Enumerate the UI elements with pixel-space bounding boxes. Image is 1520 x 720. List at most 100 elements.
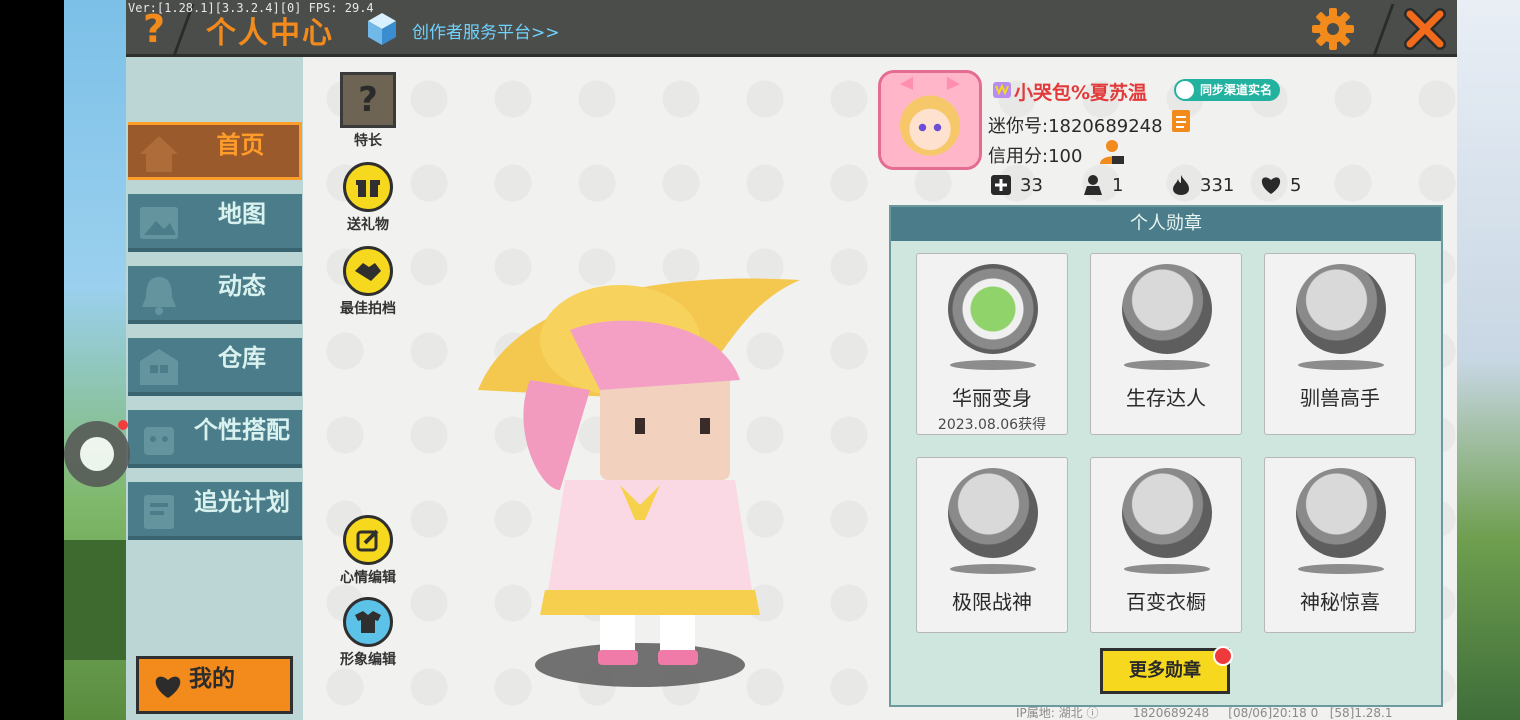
- heart-icon: [1261, 177, 1281, 194]
- sidebar-item-label: 追光计划: [194, 488, 290, 516]
- flame-icon: [1173, 175, 1189, 195]
- footer-time: [08/06]20:18 0: [1228, 706, 1319, 720]
- follower-icon: [1084, 175, 1102, 195]
- heat-stat[interactable]: 331: [1170, 174, 1234, 196]
- mine-button[interactable]: 我的: [136, 656, 293, 714]
- medal-card[interactable]: 生存达人: [1090, 253, 1242, 435]
- medal-tamer-icon: [1296, 264, 1386, 354]
- medal-card[interactable]: 驯兽高手: [1264, 253, 1416, 435]
- notebook-icon: [144, 495, 174, 529]
- page-title: 个人中心: [206, 16, 334, 51]
- game-background-block: [64, 540, 128, 660]
- best-partner-label: 最佳拍档: [340, 301, 396, 317]
- medal-boss-icon: [948, 468, 1038, 558]
- medal-name: 生存达人: [1126, 386, 1206, 410]
- credit-user-icon[interactable]: [1098, 138, 1126, 166]
- game-background-right: [1456, 0, 1520, 720]
- medal-shadow: [950, 564, 1036, 574]
- creator-platform-link[interactable]: 创作者服务平台>>: [412, 18, 560, 43]
- specialty-button[interactable]: ? 特长: [333, 72, 403, 150]
- handshake-icon: [343, 246, 393, 296]
- medal-campfire-icon: [1122, 264, 1212, 354]
- sidebar-item-chase-light[interactable]: 追光计划: [128, 482, 302, 540]
- shirt-icon: [343, 597, 393, 647]
- footer-info: IP属地: 湖北 ⓘ 1820689248 [08/06]20:18 0 [58…: [1016, 704, 1393, 720]
- question-box-icon: ?: [340, 72, 396, 128]
- medal-name: 百变衣橱: [1126, 590, 1206, 614]
- nickname: 小哭包%夏苏温: [1014, 82, 1148, 104]
- sidebar-item-home[interactable]: 首页: [128, 122, 302, 180]
- send-gift-button[interactable]: 送礼物: [333, 162, 403, 234]
- edit-icon: [343, 515, 393, 565]
- best-partner-button[interactable]: 最佳拍档: [333, 246, 403, 318]
- info-icon[interactable]: ⓘ: [1086, 706, 1098, 720]
- medal-shadow: [1124, 360, 1210, 370]
- house-icon: [140, 136, 178, 172]
- medal-name: 极限战神: [952, 590, 1032, 614]
- gift-icon: [343, 162, 393, 212]
- warehouse-icon: [140, 349, 178, 385]
- assist-circle-icon: [80, 437, 114, 471]
- medal-wardrobe-icon: [1122, 468, 1212, 558]
- add-friend-icon: [991, 175, 1011, 195]
- friends-count: 33: [1020, 174, 1043, 196]
- followers-count: 1: [1112, 174, 1124, 196]
- footer-id: 1820689248: [1132, 706, 1210, 720]
- mine-label: 我的: [189, 666, 235, 692]
- medal-panel-header: 个人勋章: [891, 207, 1441, 241]
- mini-id: 迷你号:1820689248: [988, 116, 1163, 137]
- sidebar-item-label: 动态: [218, 272, 266, 300]
- notification-dot: [118, 420, 128, 430]
- medal-date: 2023.08.06获得: [937, 417, 1047, 433]
- medal-card[interactable]: 百变衣橱: [1090, 457, 1242, 633]
- ip-location: IP属地: 湖北: [1016, 706, 1083, 720]
- sidebar-item-activity[interactable]: 动态: [128, 266, 302, 324]
- medal-shadow: [1298, 564, 1384, 574]
- sidebar-item-outfit[interactable]: 个性搭配: [128, 410, 302, 468]
- credit-score: 信用分:100: [988, 146, 1083, 167]
- sidebar-item-warehouse[interactable]: 仓库: [128, 338, 302, 396]
- mood-edit-button[interactable]: 心情编辑: [333, 515, 403, 587]
- gear-icon[interactable]: [1310, 6, 1356, 52]
- medal-name: 神秘惊喜: [1300, 590, 1380, 614]
- sync-badge-label: 同步渠道实名: [1200, 83, 1273, 97]
- sidebar-item-label: 个性搭配: [194, 416, 290, 444]
- friends-stat[interactable]: 33: [990, 174, 1043, 196]
- image-edit-label: 形象编辑: [340, 652, 396, 668]
- help-button[interactable]: ?: [138, 8, 170, 50]
- sidebar-item-label: 仓库: [218, 344, 266, 372]
- close-icon[interactable]: [1402, 6, 1448, 52]
- heart-icon: [155, 676, 181, 698]
- profile-avatar[interactable]: [878, 70, 982, 170]
- robot-icon: [144, 427, 174, 455]
- followers-stat[interactable]: 1: [1082, 174, 1123, 196]
- heat-count: 331: [1200, 174, 1235, 196]
- medal-card[interactable]: 华丽变身 2023.08.06获得: [916, 253, 1068, 435]
- medal-name: 驯兽高手: [1300, 386, 1380, 410]
- sidebar-item-label: 首页: [216, 131, 265, 159]
- cube-icon: [368, 13, 396, 45]
- medal-shadow: [950, 360, 1036, 370]
- sidebar-item-map[interactable]: 地图: [128, 194, 302, 252]
- specialty-label: 特长: [354, 133, 382, 149]
- image-edit-button[interactable]: 形象编辑: [333, 597, 403, 669]
- likes-stat[interactable]: 5: [1260, 174, 1301, 196]
- vip-badge-icon: [993, 82, 1011, 98]
- picture-icon: [140, 207, 178, 239]
- medal-transform-icon: [948, 264, 1038, 354]
- notification-dot: [1213, 646, 1233, 666]
- copy-icon[interactable]: [1170, 108, 1194, 134]
- floating-assist-button[interactable]: [64, 421, 130, 487]
- medal-card[interactable]: 神秘惊喜: [1264, 457, 1416, 633]
- divider: [1372, 4, 1395, 56]
- medal-card[interactable]: 极限战神: [916, 457, 1068, 633]
- medal-gift-icon: [1296, 468, 1386, 558]
- medal-shadow: [1298, 360, 1384, 370]
- bell-icon: [142, 277, 176, 315]
- sync-realname-badge[interactable]: 同步渠道实名: [1174, 79, 1281, 101]
- person-icon: [1176, 81, 1194, 99]
- player-avatar[interactable]: [470, 270, 810, 690]
- send-gift-label: 送礼物: [347, 217, 389, 233]
- likes-count: 5: [1290, 174, 1302, 196]
- more-medals-button[interactable]: 更多勋章: [1100, 648, 1230, 694]
